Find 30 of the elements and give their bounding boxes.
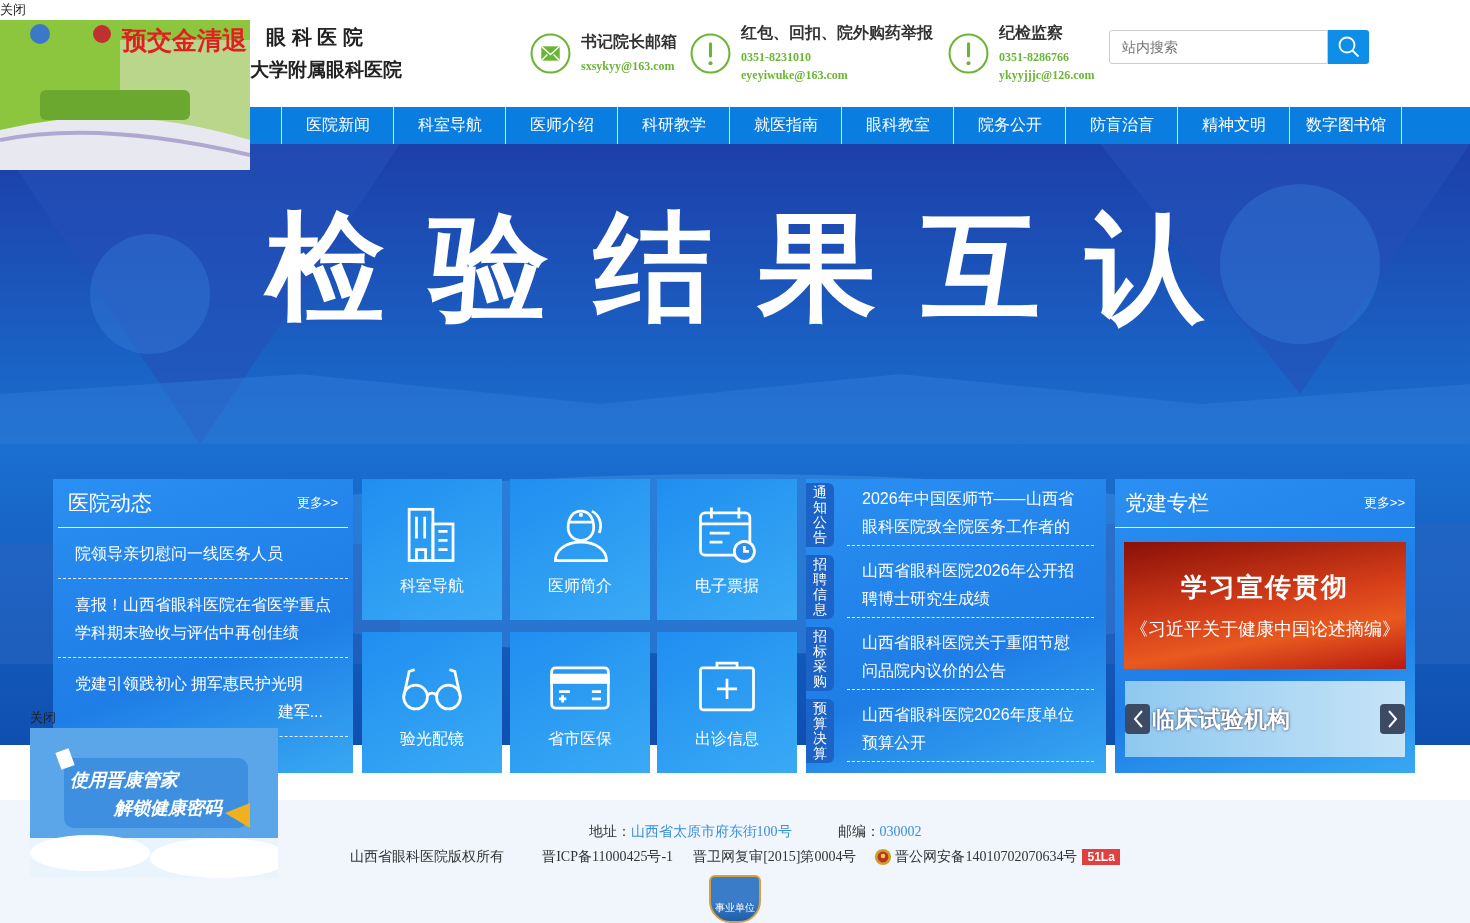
address-link[interactable]: 山西省太原市府东街100号 [630,823,792,842]
close-link[interactable]: 关闭 [0,0,26,20]
hospital-name: 大学附属眼科医院 [250,58,403,82]
exclamation-icon[interactable] [690,33,731,74]
contact-detail: 0351-8286766 [999,49,1070,66]
search-icon [1336,34,1361,59]
hospital-name: 眼 科 医 院 [266,25,364,50]
contact-detail: ykyyjjjc@126.com [999,67,1095,84]
unit-badge[interactable]: 事业单位 [709,875,761,923]
footer-text: 山西省眼科医院版权所有 [350,848,505,867]
emblem-icon [874,848,893,867]
contact-title[interactable]: 书记院长邮箱 [581,32,677,53]
search-button[interactable] [1328,29,1369,64]
contact-title[interactable]: 纪检监察 [999,23,1095,44]
footer-text: 晋ICP备11000425号-1 [542,848,674,867]
footer-text: 晋卫网复审[2015]第0004号 [693,848,857,867]
contact-title[interactable]: 红包、回扣、院外购药举报 [741,23,933,44]
contact-detail: 0351-8231010 [741,49,812,66]
mail-icon[interactable] [530,33,571,74]
search-field[interactable]: 站内搜索 [1109,29,1328,64]
ad-caption: 使用晋康管家 [70,769,181,792]
address-label: 地址： [588,823,631,842]
ad-caption: 解锁健康密码 [114,797,222,820]
contact-detail: eyeyiwuke@163.com [741,67,849,84]
postcode-link[interactable]: 030002 [879,824,922,841]
footer-text: 晋公网安备14010702070634号 [895,848,1078,867]
exclamation-icon[interactable] [948,33,989,74]
stats-badge[interactable]: 51La [1082,849,1120,866]
contact-detail: sxsykyy@163.com [581,58,676,75]
postcode-label: 邮编： [837,823,880,842]
